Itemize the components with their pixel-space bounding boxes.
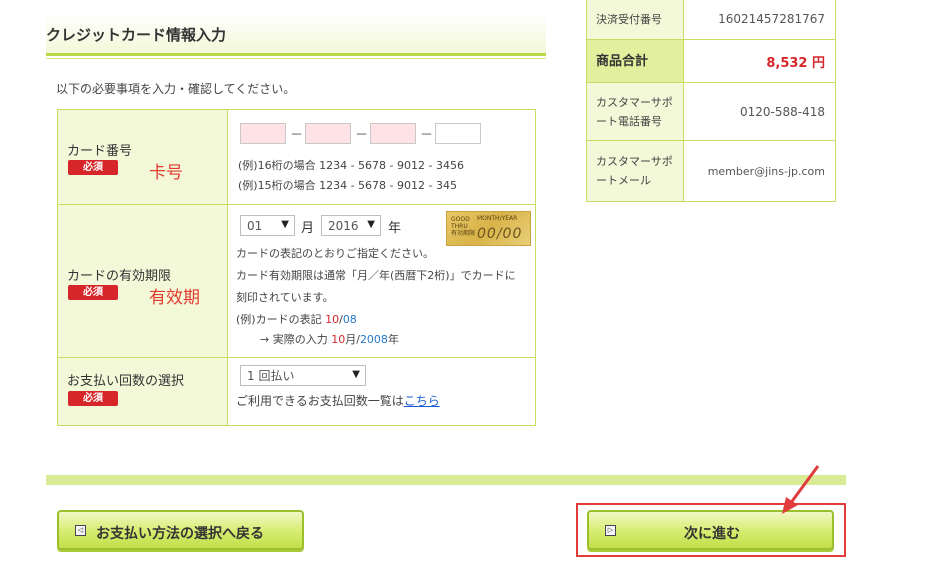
payment-count-head: お支払い回数の選択 必須 (58, 358, 228, 425)
payment-count-note: ご利用できるお支払回数一覧はこちら (236, 392, 440, 409)
expiry-example-year: 08 (342, 313, 357, 326)
expiry-note-2: カード有効期限は通常「月／年(西暦下2桁)」でカードに (236, 269, 516, 282)
intro-text: 以下の必要事項を入力・確認してください。 (56, 82, 296, 96)
card-number-body: － － － (例)16桁の場合 1234 - 5678 - 9012 - 345… (228, 110, 535, 204)
payment-count-link[interactable]: こちら (404, 394, 440, 408)
summary-value-phone: 0120-588-418 (739, 104, 825, 119)
card-number-label: カード番号 (67, 144, 133, 159)
expiry-example-month: 10 (325, 313, 340, 326)
expiry-input-label: → 実際の入力 (260, 333, 332, 346)
expiry-body: 01 ▼ 月 2016 ▼ 年 GOOD THRU 有効期限 MONTH/YEA… (228, 205, 535, 357)
card-number-input-2[interactable] (305, 123, 351, 144)
card-expiry-sample-image: GOOD THRU 有効期限 MONTH/YEAR 00/00 (446, 211, 531, 246)
expiry-year-value: 2016 (328, 219, 359, 233)
month-unit: 月 (301, 221, 315, 236)
expiry-example: (例)カードの表記 10/08 (236, 311, 357, 327)
card-dash-2: － (355, 128, 369, 143)
summary-row-total: 商品合計 8,532 円 (587, 40, 835, 83)
summary-value-receipt: 16021457281767 (718, 12, 825, 26)
expiry-input-year: 2008 (359, 333, 388, 346)
expiry-example-label: (例)カードの表記 (236, 313, 326, 326)
card-image-text-b: MONTH/YEAR (477, 215, 518, 222)
card-number-input-3[interactable] (370, 123, 416, 144)
expiry-month-value: 01 (247, 219, 263, 233)
card-dash-1: － (290, 128, 304, 143)
summary-label-total: 商品合計 (587, 40, 684, 82)
back-arrow-icon: ◁ (75, 525, 86, 536)
card-number-input-4[interactable] (435, 123, 481, 144)
summary-label-phone: カスタマーサポート電話番号 (587, 83, 684, 140)
card-number-input-1[interactable] (240, 123, 286, 144)
payment-count-label: お支払い回数の選択 (67, 374, 185, 389)
card-example-15: (例)15桁の場合 1234 - 5678 - 9012 - 345 (238, 179, 457, 192)
expiry-label: カードの有効期限 (67, 269, 172, 284)
expiry-head: カードの有効期限 必須 有效期 (58, 205, 228, 357)
required-badge: 必須 (68, 160, 118, 175)
expiry-input-month-unit: 月/ (345, 333, 360, 346)
expiry-note-1: カードの表記のとおりご指定ください。 (236, 247, 434, 260)
credit-card-form: カード番号 必須 卡号 － － － (例)16桁の場合 1234 - 5678 … (57, 109, 536, 426)
expiry-example-input: → 実際の入力 10月/2008年 (260, 331, 399, 347)
summary-row-receipt: 決済受付番号 16021457281767 (587, 0, 835, 40)
summary-row-email: カスタマーサポートメール member@jins-jp.com (587, 141, 835, 201)
row-payment-count: お支払い回数の選択 必須 1 回払い ▼ ご利用できるお支払回数一覧はこちら (58, 358, 535, 425)
payment-count-value: 1 回払い (247, 369, 295, 383)
card-example-16: (例)16桁の場合 1234 - 5678 - 9012 - 3456 (238, 159, 464, 172)
summary-row-phone: カスタマーサポート電話番号 0120-588-418 (587, 83, 835, 141)
bottom-divider (46, 475, 846, 485)
expiry-input-year-unit: 年 (387, 333, 399, 346)
back-button-label: お支払い方法の選択へ戻る (96, 526, 264, 542)
year-unit: 年 (388, 221, 402, 236)
expiry-note-3: 刻印されています。 (236, 291, 334, 304)
summary-value-total: 8,532 円 (766, 55, 825, 71)
summary-label-email: カスタマーサポートメール (587, 141, 684, 201)
order-summary-table: 決済受付番号 16021457281767 商品合計 8,532 円 カスタマー… (586, 0, 836, 202)
card-dash-3: － (420, 128, 434, 143)
expiry-month-select[interactable]: 01 ▼ (240, 215, 295, 236)
payment-count-select[interactable]: 1 回払い ▼ (240, 365, 366, 386)
row-card-number: カード番号 必須 卡号 － － － (例)16桁の場合 1234 - 5678 … (58, 110, 535, 205)
card-image-text-c: 00/00 (477, 226, 523, 242)
section-title: クレジットカード情報入力 (46, 26, 227, 44)
chevron-down-icon: ▼ (281, 219, 289, 230)
expiry-input-month: 10 (331, 333, 346, 346)
back-to-payment-method-button[interactable]: ◁ お支払い方法の選択へ戻る (57, 510, 304, 550)
highlight-box (576, 503, 846, 557)
section-header: クレジットカード情報入力 (46, 12, 546, 59)
row-expiry: カードの有効期限 必須 有效期 01 ▼ 月 2016 ▼ 年 GOOD THR… (58, 205, 535, 358)
summary-label-receipt: 決済受付番号 (587, 0, 684, 39)
expiry-annotation: 有效期 (149, 288, 200, 308)
expiry-year-select[interactable]: 2016 ▼ (321, 215, 381, 236)
payment-count-note-prefix: ご利用できるお支払回数一覧は (236, 394, 404, 408)
chevron-down-icon: ▼ (352, 369, 360, 380)
payment-count-body: 1 回払い ▼ ご利用できるお支払回数一覧はこちら (228, 358, 535, 425)
card-number-annotation: 卡号 (149, 163, 183, 183)
card-number-head: カード番号 必須 卡号 (58, 110, 228, 204)
required-badge: 必須 (68, 285, 118, 300)
summary-value-email: member@jins-jp.com (707, 164, 825, 178)
required-badge: 必須 (68, 391, 118, 406)
chevron-down-icon: ▼ (367, 219, 375, 230)
card-image-text-a: GOOD THRU 有効期限 (451, 216, 476, 237)
